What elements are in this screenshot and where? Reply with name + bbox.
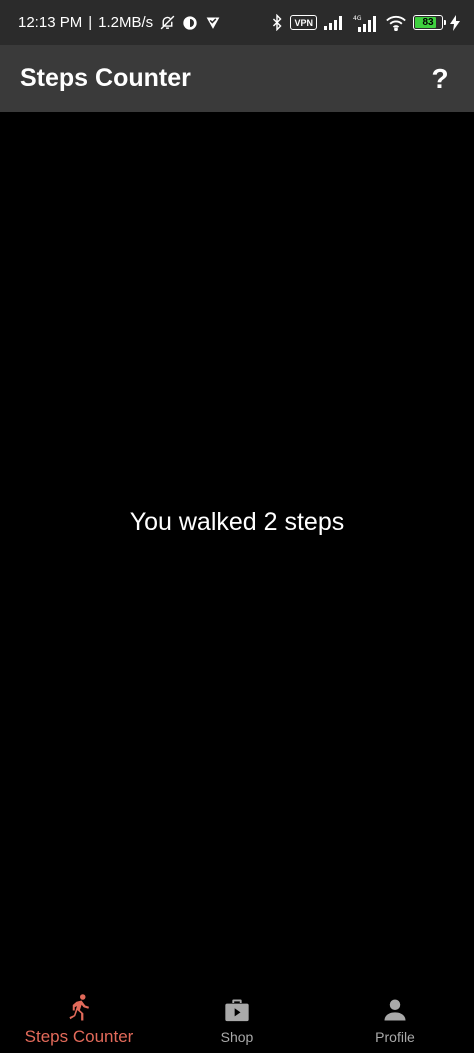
- bell-off-icon: [159, 14, 176, 31]
- steps-message: You walked 2 steps: [129, 507, 345, 536]
- check-shield-icon: [204, 14, 222, 31]
- network-speed: 1.2MB/s: [98, 14, 154, 31]
- status-right: VPN 4G 83: [271, 14, 460, 32]
- nav-item-profile[interactable]: Profile: [320, 993, 470, 1045]
- signal-4g-icon: 4G: [353, 14, 379, 32]
- status-bar: 12:13 PM | 1.2MB/s VPN 4G 83: [0, 0, 474, 45]
- running-person-icon: [64, 991, 94, 1025]
- person-icon: [381, 993, 409, 1027]
- steps-counter-screen: 12:13 PM | 1.2MB/s VPN 4G 83 Steps Count…: [0, 0, 474, 1053]
- data-saver-icon: [182, 15, 198, 31]
- charging-icon: [450, 14, 460, 31]
- main-content: You walked 2 steps: [0, 112, 474, 992]
- status-time: 12:13 PM: [18, 14, 83, 31]
- nav-item-steps-counter[interactable]: Steps Counter: [4, 991, 154, 1047]
- app-bar: Steps Counter ?: [0, 45, 474, 112]
- bottom-nav: Steps Counter Shop Profile: [0, 985, 474, 1053]
- bluetooth-icon: [271, 14, 283, 31]
- page-title: Steps Counter: [20, 64, 191, 92]
- status-separator: |: [88, 14, 93, 31]
- battery-icon: 83: [413, 15, 446, 30]
- shopping-bag-icon: [223, 993, 251, 1027]
- nav-label: Shop: [220, 1029, 254, 1045]
- nav-item-shop[interactable]: Shop: [162, 993, 312, 1045]
- wifi-icon: [386, 15, 406, 31]
- battery-level: 83: [422, 17, 434, 28]
- status-left: 12:13 PM | 1.2MB/s: [18, 14, 222, 31]
- signal-icon: [324, 15, 346, 30]
- nav-label: Steps Counter: [24, 1027, 134, 1046]
- help-button[interactable]: ?: [424, 59, 456, 99]
- svg-text:4G: 4G: [353, 15, 362, 22]
- vpn-icon: VPN: [290, 15, 317, 30]
- nav-label: Profile: [375, 1029, 415, 1045]
